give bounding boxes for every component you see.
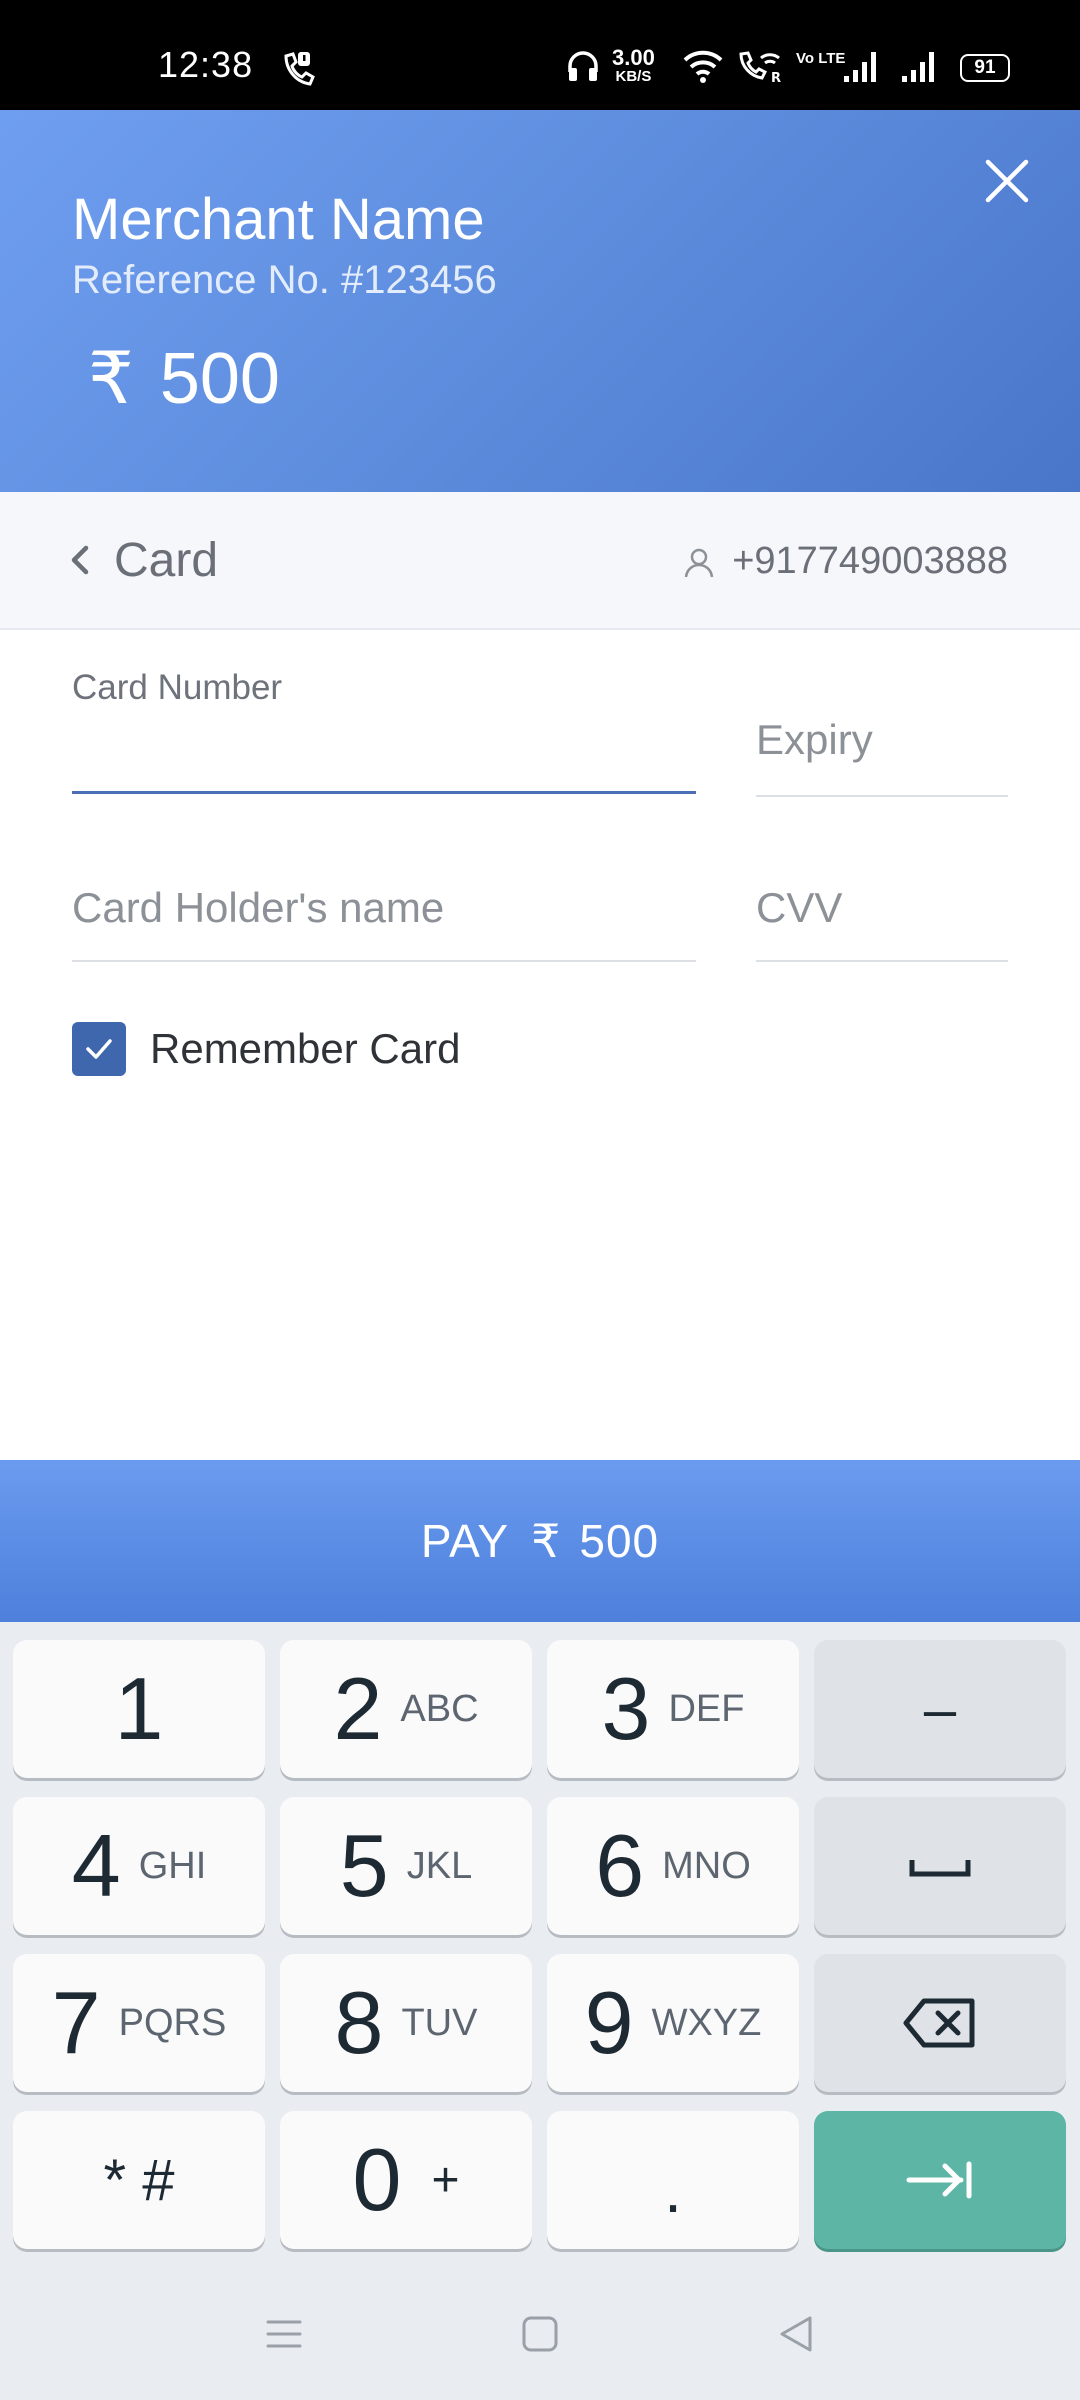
expiry-underline — [756, 795, 1008, 797]
home-icon[interactable] — [518, 2312, 562, 2356]
remember-card-checkbox[interactable] — [72, 1022, 126, 1076]
call-alert-icon — [284, 52, 315, 86]
card-holder-field[interactable]: Card Holder's name — [72, 862, 696, 962]
phone-number: +917749003888 — [732, 540, 1008, 582]
payment-method-bar: Card +917749003888 — [0, 492, 1080, 630]
key-dot[interactable]: . — [547, 2111, 799, 2249]
star-hash-symbol: * # — [103, 2147, 175, 2213]
key-6-digit: 6 — [595, 1816, 645, 1915]
battery-icon: 91 — [960, 54, 1010, 82]
key-4-letters: GHI — [138, 1844, 207, 1887]
method-title: Card — [114, 533, 219, 587]
card-number-field[interactable]: Card Number — [72, 660, 696, 794]
menu-icon[interactable] — [262, 2312, 306, 2356]
backspace-icon — [903, 1998, 975, 2048]
wifi-calling-icon: R — [739, 51, 781, 84]
contact-phone: +917749003888 — [682, 540, 1008, 583]
key-2-digit: 2 — [333, 1659, 383, 1758]
key-2-letters: ABC — [400, 1687, 479, 1730]
key-7-digit: 7 — [51, 1973, 101, 2072]
key-9-letters: WXYZ — [651, 2001, 762, 2044]
pay-button[interactable]: PAY ₹ 500 — [0, 1460, 1080, 1622]
key-backspace[interactable] — [814, 1954, 1066, 2092]
card-holder-placeholder: Card Holder's name — [72, 884, 445, 931]
key-5-letters: JKL — [406, 1844, 473, 1887]
status-time: 12:38 — [158, 44, 254, 85]
pay-amount: 500 — [579, 1515, 660, 1567]
key-3-digit: 3 — [601, 1659, 651, 1758]
key-9-digit: 9 — [584, 1973, 634, 2072]
back-button[interactable]: Card — [66, 532, 218, 588]
key-0[interactable]: 0 + — [280, 2111, 532, 2249]
key-star-hash[interactable]: * # — [13, 2111, 265, 2249]
dot-symbol: . — [664, 2154, 682, 2226]
key-2[interactable]: 2 ABC — [280, 1640, 532, 1778]
checkmark-icon — [86, 1039, 112, 1059]
merchant-name: Merchant Name — [72, 187, 485, 252]
key-8-digit: 8 — [334, 1973, 384, 2072]
minus-symbol: – — [923, 1676, 957, 1742]
key-9[interactable]: 9 WXYZ — [547, 1954, 799, 2092]
network-speed-unit: KB/S — [615, 68, 652, 85]
cvv-field[interactable]: CVV — [756, 862, 1008, 962]
cvv-underline — [756, 960, 1008, 962]
cvv-placeholder: CVV — [756, 884, 843, 931]
card-number-label: Card Number — [72, 668, 283, 707]
next-field-icon — [906, 2161, 972, 2199]
remember-card-row[interactable]: Remember Card — [72, 1022, 460, 1076]
rupee-symbol: ₹ — [88, 339, 134, 419]
key-next[interactable] — [814, 2111, 1066, 2249]
key-0-digit: 0 — [352, 2130, 402, 2229]
pay-rupee-symbol: ₹ — [531, 1515, 562, 1567]
svg-text:R: R — [771, 71, 781, 84]
key-6[interactable]: 6 MNO — [547, 1797, 799, 1935]
remember-card-label: Remember Card — [150, 1025, 461, 1072]
key-7-letters: PQRS — [118, 2001, 227, 2044]
wifi-icon — [683, 50, 723, 83]
payment-screen: 12:38 3.00 KB/S R Vo LTE 91 Merchant Nam… — [0, 0, 1080, 2400]
space-icon — [909, 1860, 971, 1877]
key-3[interactable]: 3 DEF — [547, 1640, 799, 1778]
key-1[interactable]: 1 — [13, 1640, 265, 1778]
pay-label: PAY — [420, 1515, 510, 1567]
system-nav-bar — [0, 2268, 1080, 2400]
key-5[interactable]: 5 JKL — [280, 1797, 532, 1935]
key-8[interactable]: 8 TUV — [280, 1954, 532, 2092]
volte-indicator: Vo LTE — [796, 50, 846, 67]
key-1-digit: 1 — [114, 1659, 164, 1758]
numeric-keypad: 1 2 ABC 3 DEF – 4 GHI 5 JKL 6 MNO 7 PQRS 8 TUV … — [0, 1622, 1080, 2268]
card-holder-underline — [72, 960, 696, 962]
key-4[interactable]: 4 GHI — [13, 1797, 265, 1935]
key-minus[interactable]: – — [814, 1640, 1066, 1778]
signal-sim2-icon — [902, 52, 934, 82]
reference-number: Reference No. #123456 — [72, 258, 497, 302]
key-3-letters: DEF — [668, 1687, 745, 1730]
card-number-underline — [72, 791, 696, 794]
user-icon — [684, 548, 714, 577]
amount-value: 500 — [159, 339, 280, 419]
key-0-plus: + — [431, 2153, 460, 2207]
chevron-left-icon — [71, 545, 89, 575]
status-bar: 12:38 3.00 KB/S R Vo LTE 91 — [0, 0, 1080, 110]
key-6-letters: MNO — [662, 1844, 751, 1887]
back-triangle-icon[interactable] — [774, 2312, 818, 2356]
network-speed: 3.00 KB/S — [612, 47, 655, 86]
key-7[interactable]: 7 PQRS — [13, 1954, 265, 2092]
key-8-letters: TUV — [401, 2001, 478, 2044]
signal-sim1-icon — [844, 52, 876, 82]
expiry-field[interactable]: Expiry — [756, 700, 1008, 797]
key-5-digit: 5 — [339, 1816, 389, 1915]
payment-amount: ₹500 — [88, 336, 280, 420]
expiry-placeholder: Expiry — [756, 716, 873, 763]
close-icon[interactable] — [978, 152, 1036, 210]
key-4-digit: 4 — [71, 1816, 121, 1915]
payment-header: Merchant Name Reference No. #123456 ₹500 — [0, 110, 1080, 492]
headset-icon — [568, 51, 598, 81]
key-space[interactable] — [814, 1797, 1066, 1935]
